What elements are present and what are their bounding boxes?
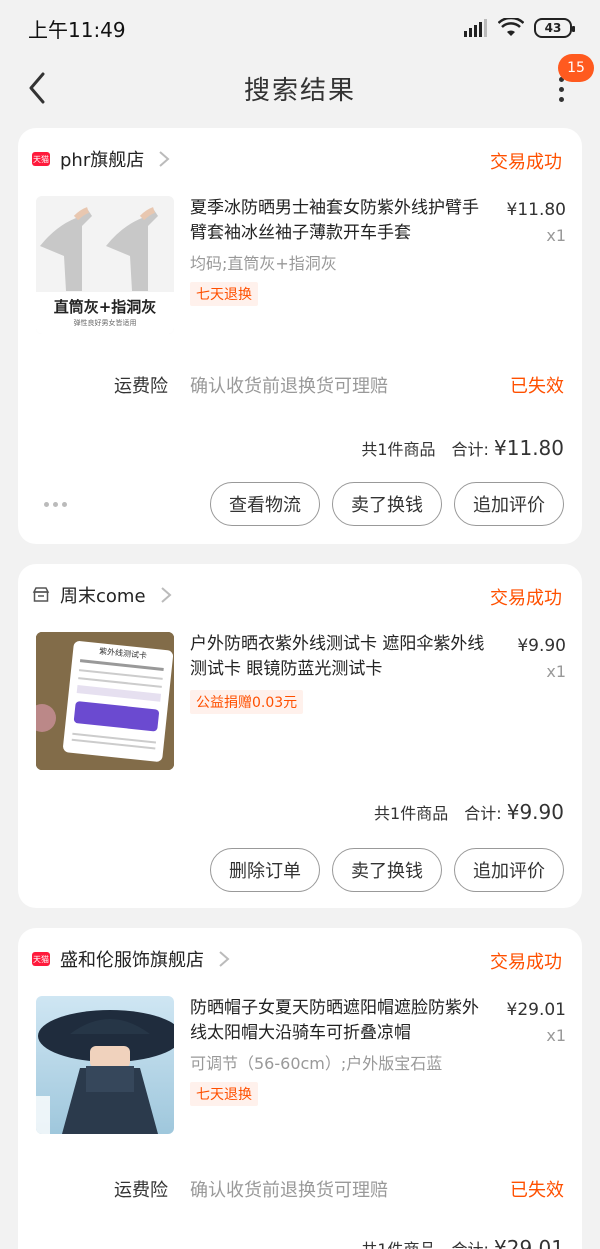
chevron-right-icon	[159, 151, 170, 167]
shop-link[interactable]: 天猫 盛和伦服饰旗舰店	[32, 946, 230, 972]
return-policy-tag: 七天退换	[190, 282, 258, 306]
shop-link[interactable]: 天猫 phr旗舰店	[32, 146, 170, 172]
product-thumbnail[interactable]: 直筒灰+指洞灰 弹性良好男女皆适用	[36, 196, 174, 334]
shop-name: 周末come	[60, 586, 146, 607]
shop-name: 盛和伦服饰旗舰店	[60, 950, 204, 971]
wifi-icon	[498, 18, 524, 36]
chevron-right-icon	[160, 587, 172, 603]
insurance-desc: 确认收货前退换货可理赔	[190, 1180, 388, 1201]
product-price: ¥11.80	[506, 200, 566, 220]
nav-bar: 搜索结果 15	[0, 54, 600, 120]
order-card: 天猫 phr旗舰店 交易成功 直筒灰+指洞灰 弹性良好男女皆适用 夏季冰防晒男士…	[18, 128, 582, 544]
product-qty: x1	[546, 662, 566, 681]
more-vertical-icon	[558, 76, 564, 102]
order-total: 共1件商品 合计: ¥9.90	[374, 800, 564, 824]
order-status: 交易成功	[490, 952, 562, 973]
battery-indicator: 43	[534, 18, 575, 38]
shipping-insurance-row: 运费险 确认收货前退换货可理赔 已失效	[18, 1176, 582, 1206]
order-card: 周末come 交易成功 紫外线测试卡 户外防晒衣紫外线测试卡 遮阳伞紫外线测试卡…	[18, 564, 582, 908]
product-sku: 均码;直筒灰+指洞灰	[190, 254, 337, 273]
order-status: 交易成功	[490, 152, 562, 173]
sun-hat-image	[36, 996, 174, 1134]
order-actions: 删除订单 卖了换钱 追加评价	[210, 848, 564, 892]
total-label: 合计:	[464, 804, 502, 823]
thumb-caption: 直筒灰+指洞灰	[53, 298, 157, 316]
item-count: 共1件商品	[361, 440, 436, 459]
insurance-label: 运费险	[114, 1180, 168, 1201]
charity-tag: 公益捐赠0.03元	[190, 690, 304, 714]
product-qty: x1	[546, 226, 566, 245]
total-amount: ¥9.90	[506, 800, 564, 824]
resell-button[interactable]: 卖了换钱	[332, 848, 442, 892]
tmall-icon: 天猫	[32, 952, 50, 966]
page-title: 搜索结果	[243, 75, 356, 106]
delete-order-button[interactable]: 删除订单	[210, 848, 320, 892]
shop-name: phr旗舰店	[60, 150, 145, 171]
product-price: ¥9.90	[517, 636, 566, 656]
item-count: 共1件商品	[374, 804, 449, 823]
status-time: 上午11:49	[28, 17, 126, 42]
product-title[interactable]: 夏季冰防晒男士袖套女防紫外线护臂手臂套袖冰丝袖子薄款开车手套	[190, 196, 490, 246]
chevron-left-icon	[29, 72, 45, 104]
product-thumbnail[interactable]: 紫外线测试卡	[36, 632, 174, 770]
order-card: 天猫 盛和伦服饰旗舰店 交易成功 防晒帽子女夏天防晒遮阳帽遮脸防紫外线太阳帽大沿…	[18, 928, 582, 1249]
view-logistics-button[interactable]: 查看物流	[210, 482, 320, 526]
insurance-desc: 确认收货前退换货可理赔	[190, 376, 388, 397]
tmall-icon: 天猫	[32, 152, 50, 166]
store-icon	[32, 587, 50, 602]
return-policy-tag: 七天退换	[190, 1082, 258, 1106]
notification-badge: 15	[558, 54, 594, 82]
back-button[interactable]	[22, 70, 52, 106]
product-title[interactable]: 户外防晒衣紫外线测试卡 遮阳伞紫外线测试卡 眼镜防蓝光测试卡	[190, 632, 490, 682]
order-total: 共1件商品 合计: ¥29.01	[361, 1236, 564, 1249]
thumb-subcaption: 弹性良好男女皆适用	[73, 319, 137, 327]
product-thumbnail[interactable]	[36, 996, 174, 1134]
shop-link[interactable]: 周末come	[32, 582, 172, 608]
insurance-status: 已失效	[510, 376, 564, 397]
status-icons: 43	[464, 18, 575, 38]
product-price: ¥29.01	[506, 1000, 566, 1020]
total-amount: ¥29.01	[494, 1236, 564, 1249]
order-status: 交易成功	[490, 588, 562, 609]
signal-icon	[464, 19, 487, 37]
product-qty: x1	[546, 1026, 566, 1045]
battery-level: 43	[544, 21, 562, 35]
total-label: 合计:	[451, 440, 489, 459]
add-review-button[interactable]: 追加评价	[454, 482, 564, 526]
more-horizontal-icon[interactable]	[44, 502, 67, 507]
insurance-status: 已失效	[510, 1180, 564, 1201]
status-bar: 上午11:49 43	[0, 0, 600, 56]
resell-button[interactable]: 卖了换钱	[332, 482, 442, 526]
total-label: 合计:	[452, 1240, 489, 1249]
total-amount: ¥11.80	[494, 436, 564, 460]
order-actions: 查看物流 卖了换钱 追加评价	[210, 482, 564, 526]
insurance-label: 运费险	[114, 376, 168, 397]
add-review-button[interactable]: 追加评价	[454, 848, 564, 892]
item-count: 共1件商品	[361, 1236, 435, 1249]
order-total: 共1件商品 合计: ¥11.80	[361, 436, 564, 460]
chevron-right-icon	[219, 951, 230, 967]
product-sku: 可调节（56-60cm）;户外版宝石蓝	[190, 1054, 443, 1073]
product-title[interactable]: 防晒帽子女夏天防晒遮阳帽遮脸防紫外线太阳帽大沿骑车可折叠凉帽	[190, 996, 490, 1046]
shipping-insurance-row: 运费险 确认收货前退换货可理赔 已失效	[18, 372, 582, 402]
